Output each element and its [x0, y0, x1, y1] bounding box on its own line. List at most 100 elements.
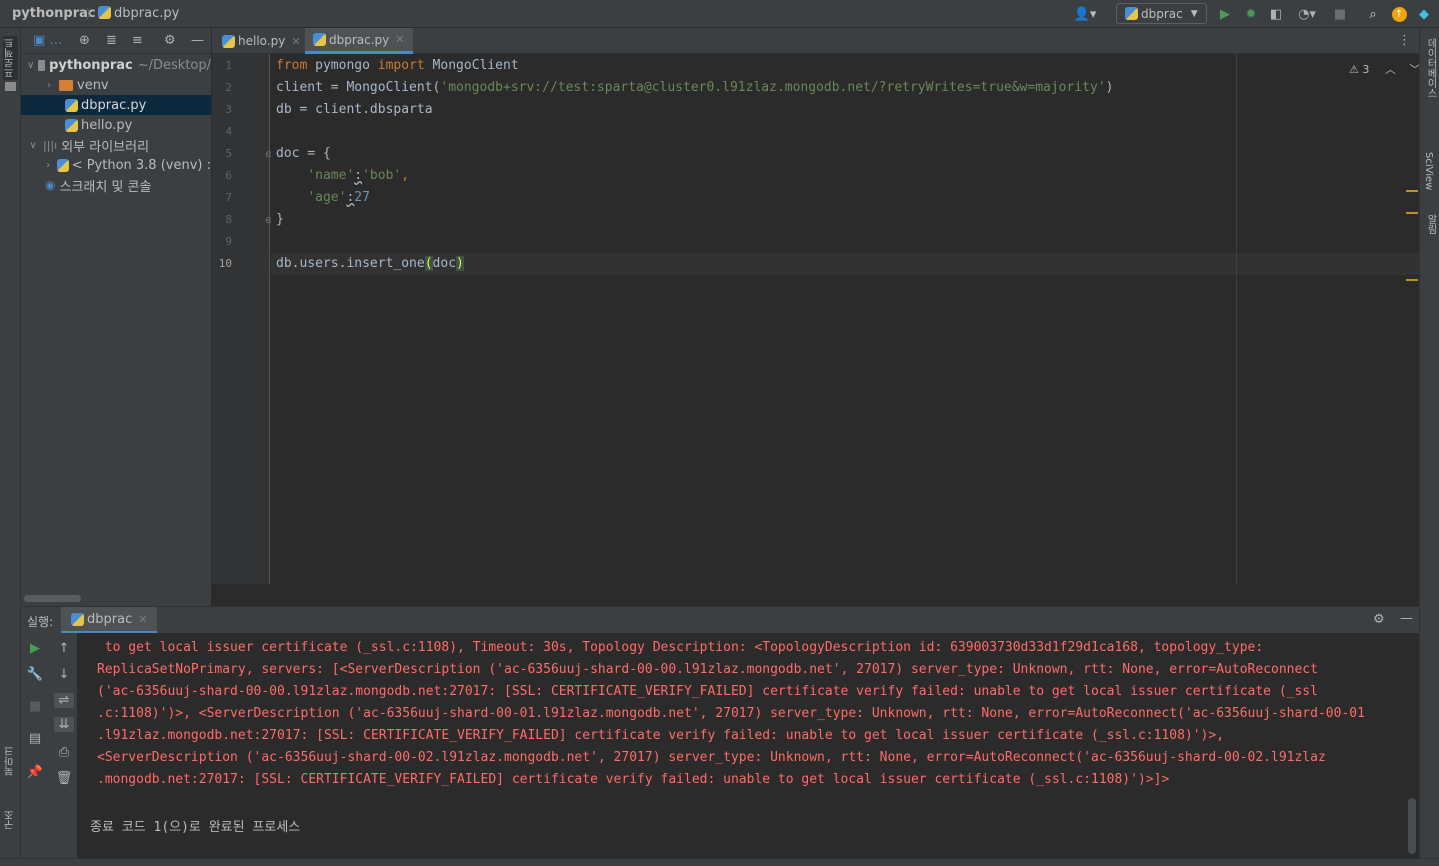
database-tool-tab[interactable]: 데이터베이스 — [1423, 38, 1438, 98]
wrench-icon[interactable]: 🔧 — [25, 667, 45, 682]
console-scrollbar[interactable] — [1408, 798, 1416, 854]
bracket-token: ) — [456, 256, 464, 271]
tree-item-external-libraries[interactable]: ∨ |||ı 외부 라이브러리 — [21, 135, 211, 155]
stop-icon[interactable]: ■ — [25, 699, 45, 714]
coverage-icon[interactable]: ◧ — [1267, 5, 1285, 23]
trash-icon[interactable]: 🗑 — [54, 771, 74, 786]
keyword-token: import — [377, 58, 425, 73]
tab-dbprac-py[interactable]: dbprac.py ✕ — [305, 28, 413, 54]
python-file-icon — [98, 6, 111, 19]
arrow-up-icon[interactable]: ↑ — [54, 641, 74, 656]
inspection-widget[interactable]: ⚠ 3 ︿ ﹀ — [1349, 61, 1420, 77]
run-icon[interactable]: ▶ — [1216, 5, 1234, 23]
bracket-token: ( — [424, 256, 433, 271]
tree-item-scratches[interactable]: ◉ 스크래치 및 콘솔 — [21, 175, 211, 195]
navigation-bar: pythonprac 〉 dbprac.py 👤▾ dbprac ▼ ▶ ✹ ◧… — [0, 0, 1439, 28]
warning-stripe[interactable] — [1406, 190, 1418, 192]
expand-all-icon[interactable]: ≣ — [106, 33, 117, 48]
line-number-gutter: 1 2 3 4 5 6 7 8 9 10 ⊖ ⊖ — [212, 54, 273, 584]
notifications-tool-tab[interactable]: 알림 — [1423, 214, 1438, 234]
tree-item-venv[interactable]: › venv — [21, 75, 211, 95]
python-file-icon — [313, 33, 326, 46]
tree-item-dbprac[interactable]: dbprac.py — [21, 95, 211, 115]
breadcrumb-file[interactable]: dbprac.py — [98, 6, 179, 21]
chevron-right-icon: › — [47, 79, 51, 91]
profile-icon[interactable]: ◔▾ — [1292, 5, 1322, 23]
console-error-line: .l91zlaz.mongodb.net:27017: [SSL: CERTIF… — [97, 728, 1225, 743]
run-toolbar: ▶ 🔧 ■ ▤ 📌 ↑ ↓ ⇌ ⇊ ⎙ 🗑 — [21, 633, 77, 858]
project-view-icon[interactable]: ▣ … — [33, 33, 62, 48]
account-icon[interactable]: 👤▾ — [1072, 5, 1098, 23]
pin-icon[interactable]: 📌 — [25, 765, 45, 780]
tree-item-label: dbprac.py — [81, 97, 147, 113]
tree-item-hello[interactable]: hello.py — [21, 115, 211, 135]
line-number: 5 — [225, 147, 232, 160]
left-tool-strip: 프로젝트 북마크 구조 — [0, 28, 21, 866]
project-panel: ▣ … ⊕ ≣ ≡ ⚙ — ∨ pythonprac ~/Desktop/ › … — [21, 28, 211, 606]
soft-wrap-icon[interactable]: ⇌ — [54, 693, 74, 708]
tree-item-path: ~/Desktop/ — [137, 57, 211, 73]
horizontal-scrollbar[interactable] — [24, 595, 81, 602]
warning-stripe[interactable] — [1406, 279, 1418, 281]
update-icon[interactable]: ↑ — [1390, 5, 1408, 23]
breadcrumb-file-label: dbprac.py — [114, 6, 180, 21]
run-console[interactable]: to get local issuer certificate (_ssl.c:… — [77, 633, 1405, 858]
string-token: 'bob' — [362, 168, 402, 183]
identifier-token: client = MongoClient( — [276, 80, 441, 95]
hide-icon[interactable]: — — [1400, 611, 1413, 626]
tree-item-label: < Python 3.8 (venv) : — [71, 157, 211, 173]
run-configuration-label: dbprac — [1141, 6, 1183, 21]
code-line-2: client = MongoClient('mongodb+srv://test… — [276, 80, 1113, 95]
library-icon: |||ı — [43, 138, 58, 152]
warning-stripe[interactable] — [1406, 212, 1418, 214]
gear-icon[interactable]: ⚙ — [1373, 612, 1385, 627]
code-line-5: doc = { — [276, 146, 331, 161]
punctuation-token: ) — [1105, 80, 1114, 95]
search-icon[interactable]: ⌕ — [1364, 5, 1382, 23]
run-tab-dbprac[interactable]: dbprac ✕ — [61, 607, 158, 634]
folder-icon — [5, 82, 16, 91]
sciview-tool-tab[interactable]: SciView — [1423, 152, 1434, 190]
structure-tool-tab[interactable]: 구조 — [3, 810, 18, 830]
more-options-icon[interactable]: ⋮ — [1398, 33, 1411, 48]
line-number: 7 — [225, 191, 232, 204]
layout-icon[interactable]: ▤ — [25, 731, 45, 746]
breadcrumb-project[interactable]: pythonprac — [12, 6, 96, 21]
line-number: 1 — [225, 59, 232, 72]
tree-item-label: hello.py — [81, 117, 133, 133]
rerun-icon[interactable]: ▶ — [25, 641, 45, 656]
identifier-token: doc — [432, 256, 457, 271]
tree-item-python-sdk[interactable]: › < Python 3.8 (venv) : — [21, 155, 211, 175]
run-configuration-select[interactable]: dbprac ▼ — [1116, 3, 1207, 24]
console-error-line: .c:1108)')>, <ServerDescription ('ac-635… — [97, 706, 1365, 721]
console-error-line: .mongodb.net:27017: [SSL: CERTIFICATE_VE… — [97, 772, 1170, 787]
line-number: 4 — [225, 125, 232, 138]
python-file-icon — [222, 34, 235, 48]
collapse-all-icon[interactable]: ≡ — [132, 33, 143, 48]
scroll-to-end-icon[interactable]: ⇊ — [54, 717, 74, 732]
close-icon[interactable]: ✕ — [138, 613, 147, 626]
tab-hello-py[interactable]: hello.py ✕ — [214, 28, 309, 54]
hide-icon[interactable]: — — [191, 33, 204, 48]
python-file-icon — [65, 98, 78, 112]
chevron-right-icon: › — [46, 159, 51, 171]
line-number: 6 — [225, 169, 232, 182]
jetbrains-logo-icon[interactable]: ◆ — [1415, 5, 1433, 23]
console-error-line: <ServerDescription ('ac-6356uuj-shard-00… — [97, 750, 1326, 765]
locate-icon[interactable]: ⊕ — [79, 33, 90, 48]
tree-item-project-root[interactable]: ∨ pythonprac ~/Desktop/ — [21, 55, 211, 75]
close-icon[interactable]: ✕ — [395, 33, 404, 46]
close-icon[interactable]: ✕ — [291, 35, 300, 48]
print-icon[interactable]: ⎙ — [54, 745, 74, 760]
arrow-down-icon[interactable]: ↓ — [54, 667, 74, 682]
bookmarks-tool-tab[interactable]: 북마크 — [3, 746, 18, 776]
debug-icon[interactable]: ✹ — [1242, 5, 1260, 23]
gear-icon[interactable]: ⚙ — [164, 33, 176, 48]
folder-icon — [59, 79, 73, 91]
chevron-down-icon: ∨ — [29, 139, 37, 151]
project-tool-tab[interactable]: 프로젝트 — [3, 36, 18, 80]
chevron-up-icon[interactable]: ︿ — [1385, 63, 1396, 76]
line-number: 3 — [225, 103, 232, 116]
stop-icon[interactable]: ■ — [1331, 5, 1349, 23]
scratch-icon: ◉ — [45, 178, 56, 192]
